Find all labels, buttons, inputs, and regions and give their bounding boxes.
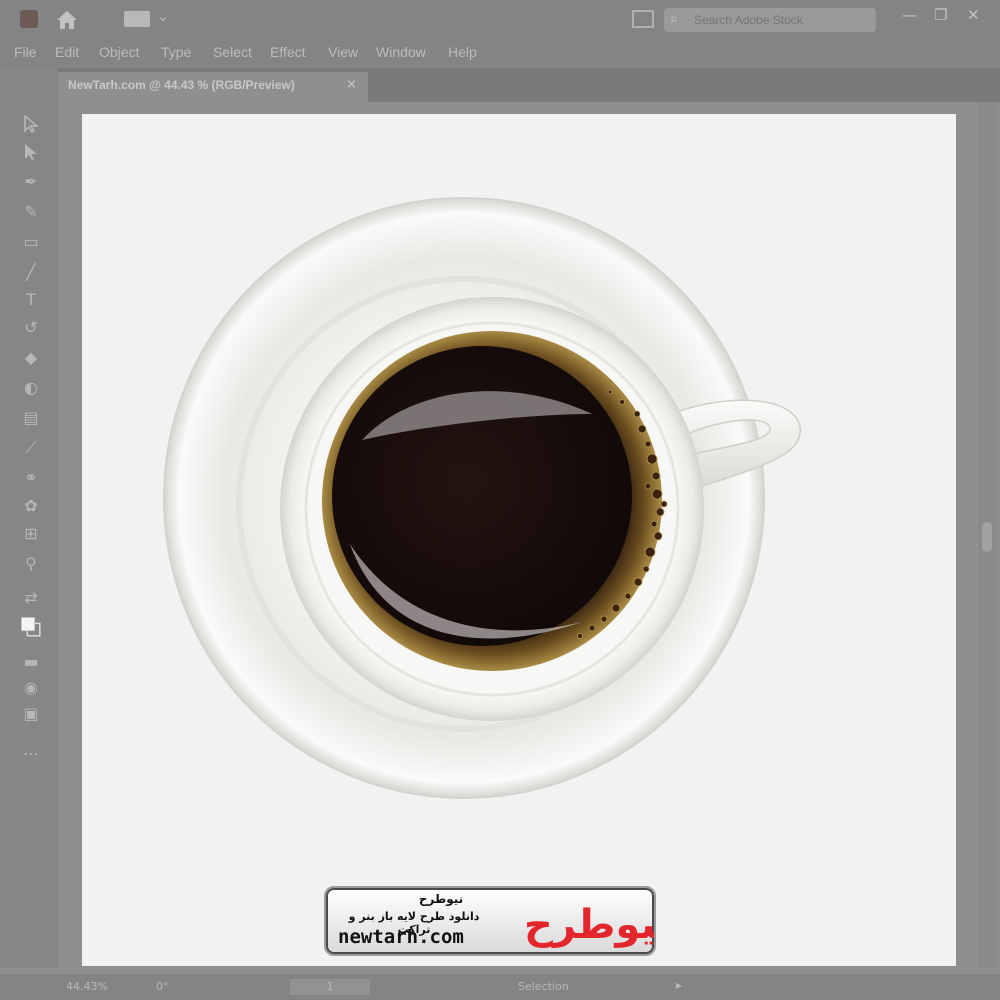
menu-file[interactable]: File	[14, 44, 37, 60]
artboard-number[interactable]: 1	[290, 979, 370, 995]
search-input[interactable]	[692, 10, 872, 30]
menu-select[interactable]: Select	[213, 44, 252, 60]
menu-window[interactable]: Window	[376, 44, 426, 60]
blend-tool-icon[interactable]: ⚭	[20, 468, 42, 488]
pen-tool-icon[interactable]: ✒	[20, 172, 42, 192]
menu-object[interactable]: Object	[99, 44, 139, 60]
direct-selection-tool-icon[interactable]	[20, 142, 42, 162]
search-box[interactable]: ⌕	[664, 8, 876, 32]
type-tool-icon[interactable]: T	[20, 290, 42, 310]
zoom-tool-icon[interactable]: ⚲	[20, 554, 42, 574]
restore-icon[interactable]: ❐	[934, 6, 947, 24]
minimize-icon[interactable]: —	[902, 6, 917, 24]
rotate-tool-icon[interactable]: ↺	[20, 318, 42, 338]
home-icon[interactable]	[54, 8, 80, 32]
gradient-tool-icon[interactable]: ▤	[20, 408, 42, 428]
screen-mode-icon[interactable]: ▣	[20, 704, 42, 724]
watermark-brand: نیوطرح	[418, 892, 464, 906]
close-window-icon[interactable]: ✕	[967, 6, 980, 24]
coffee-surface	[332, 346, 632, 646]
document-tab[interactable]: NewTarh.com @ 44.43 % (RGB/Preview) ×	[58, 72, 368, 102]
menu-help[interactable]: Help	[448, 44, 477, 60]
symbol-sprayer-icon[interactable]: ✿	[20, 496, 42, 516]
zoom-level[interactable]: 44.43%	[66, 980, 108, 993]
status-arrow-icon[interactable]: ▸	[676, 978, 682, 992]
curvature-tool-icon[interactable]: ✎	[20, 202, 42, 222]
artboard[interactable]	[82, 114, 956, 966]
artboard-tool-icon[interactable]: ⊞	[20, 524, 42, 544]
title-bar: ⌄ ⌕ — ❐ ✕	[0, 0, 1000, 40]
menu-effect[interactable]: Effect	[270, 44, 306, 60]
eyedropper-tool-icon[interactable]: ⟋	[20, 438, 42, 458]
tools-panel: ✒ ✎ ▭ ╱ T ↺ ◆ ◐ ▤ ⟋ ⚭ ✿ ⊞ ⚲ ⇄ ▬ ◉ ▣ …	[0, 68, 58, 968]
arrange-documents-icon[interactable]	[632, 10, 654, 28]
scrollbar-thumb[interactable]	[982, 522, 992, 552]
coffee-cup-illustration	[163, 197, 801, 799]
document-tab-title: NewTarh.com @ 44.43 % (RGB/Preview)	[68, 78, 295, 92]
status-bar: 44.43% 0° 1 Selection ▸	[0, 974, 1000, 1000]
menu-edit[interactable]: Edit	[55, 44, 79, 60]
menu-type[interactable]: Type	[161, 44, 191, 60]
draw-mode-icon[interactable]: ◉	[20, 678, 42, 698]
rectangle-tool-icon[interactable]: ▭	[20, 232, 42, 252]
eraser-tool-icon[interactable]: ◆	[20, 348, 42, 368]
selection-tool-icon[interactable]	[20, 114, 42, 134]
chevron-down-icon[interactable]: ⌄	[157, 9, 169, 25]
paintbrush-tool-icon[interactable]: ╱	[20, 262, 42, 282]
workspace-switcher-icon[interactable]	[124, 11, 150, 27]
vertical-scrollbar[interactable]	[978, 102, 996, 968]
close-tab-icon[interactable]: ×	[346, 77, 357, 92]
document-tab-bar: NewTarh.com @ 44.43 % (RGB/Preview) ×	[58, 68, 1000, 102]
menu-bar: File Edit Object Type Select Effect View…	[0, 40, 1000, 68]
shape-builder-icon[interactable]: ◐	[20, 378, 42, 398]
fill-stroke-swatch[interactable]	[20, 612, 42, 642]
rotation-view[interactable]: 0°	[156, 980, 169, 993]
illustrator-app-icon	[20, 10, 38, 28]
watermark-url: newtarh.com	[338, 926, 464, 948]
more-tools-icon[interactable]: …	[20, 740, 42, 760]
color-mode-icon[interactable]: ▬	[20, 652, 42, 672]
current-tool-status: Selection	[518, 980, 569, 993]
watermark-logo-text: نیوطرح	[524, 902, 654, 948]
search-icon: ⌕	[670, 11, 678, 27]
newtarh-watermark: نیوطرح نیوطرح دانلود طرح لایه باز بنر و …	[324, 886, 656, 956]
swap-colors-icon[interactable]: ⇄	[20, 588, 42, 608]
menu-view[interactable]: View	[328, 44, 358, 60]
